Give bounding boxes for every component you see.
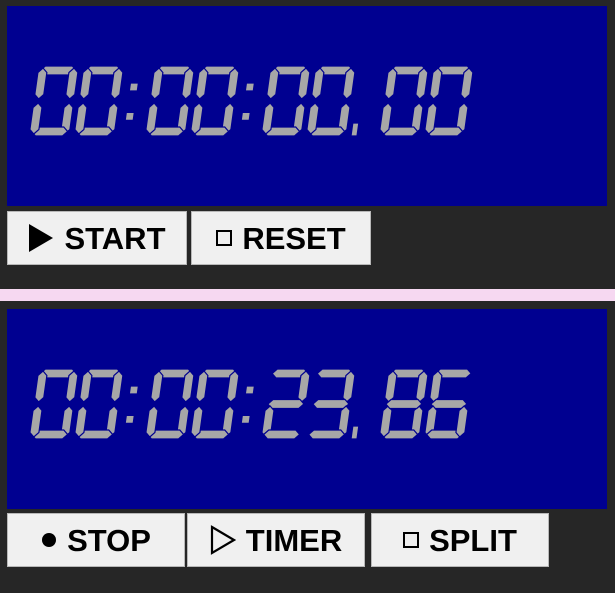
stopwatch-panel-1: 00:00:00.00 START RESET	[0, 0, 615, 280]
colon-dot	[240, 414, 251, 425]
digit-segment	[266, 67, 280, 100]
time-display: 00:00:00.00	[7, 6, 607, 206]
play-icon	[28, 224, 54, 252]
colon-dot	[124, 111, 135, 122]
split-button-label: SPLIT	[429, 522, 517, 558]
decimal-point	[350, 425, 360, 440]
seven-segment-readout	[29, 368, 473, 440]
digit-segment	[384, 370, 398, 403]
digit-segment	[150, 370, 164, 403]
digit-segment	[79, 370, 93, 403]
dot-icon	[41, 532, 57, 548]
panel-divider	[0, 289, 615, 301]
digit-segment	[262, 429, 301, 440]
play-outline-icon	[210, 525, 236, 555]
reset-button-label: RESET	[242, 220, 346, 256]
digit-segment	[384, 67, 398, 100]
colon-dot	[124, 414, 135, 425]
digit-segment	[307, 429, 346, 440]
digit-segment	[312, 398, 350, 410]
digit-segment	[455, 405, 469, 438]
colon-dot	[240, 111, 251, 122]
stop-button-label: STOP	[67, 522, 151, 558]
digit-segment	[429, 370, 443, 403]
digit-segment	[195, 370, 209, 403]
digit-segment	[34, 67, 48, 100]
timer-button-label: TIMER	[245, 522, 343, 558]
digit-segment	[79, 67, 93, 100]
square-icon	[216, 230, 233, 246]
digit-segment	[267, 398, 305, 410]
digit-segment	[429, 67, 443, 100]
reset-button[interactable]: RESET	[191, 211, 371, 265]
seven-segment-readout	[29, 65, 474, 137]
square-icon	[403, 532, 420, 548]
start-button-label: START	[64, 220, 166, 256]
start-button[interactable]: START	[7, 211, 187, 265]
stop-button[interactable]: STOP	[7, 513, 185, 567]
colon-dot	[128, 82, 140, 92]
timer-button[interactable]: TIMER	[187, 513, 365, 567]
colon-dot	[128, 385, 140, 395]
digit-segment	[311, 67, 325, 100]
decimal-point	[350, 122, 360, 137]
digit-segment	[430, 398, 468, 410]
digit-segment	[195, 67, 209, 100]
split-button[interactable]: SPLIT	[371, 513, 549, 567]
time-display: 00:00:23.86	[7, 309, 607, 509]
colon-dot	[244, 385, 256, 395]
digit-segment	[385, 398, 423, 410]
colon-dot	[244, 82, 256, 92]
stopwatch-panel-2: 00:00:23.86 STOP TIMER SPLIT	[0, 301, 615, 593]
digit-segment	[34, 370, 48, 403]
digit-segment	[150, 67, 164, 100]
